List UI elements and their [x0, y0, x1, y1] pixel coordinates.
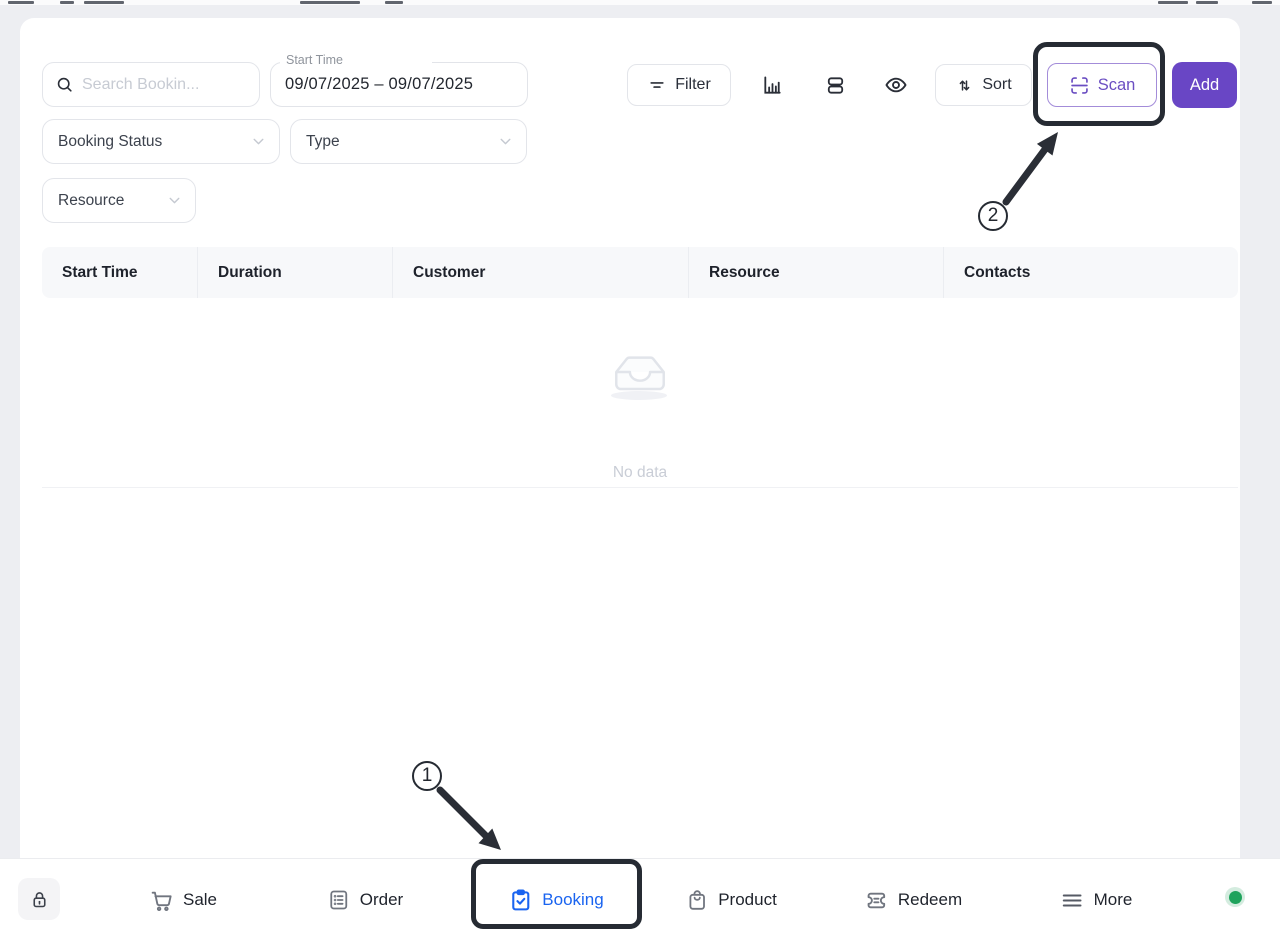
search-input[interactable]	[82, 76, 247, 94]
date-range-field[interactable]: Start Time 09/07/2025 – 09/07/2025	[270, 62, 528, 107]
search-field-wrap	[42, 62, 260, 107]
sort-arrows-icon	[955, 76, 974, 95]
chevron-down-icon	[497, 133, 514, 150]
date-field-label: Start Time	[286, 54, 343, 67]
date-range-value: 09/07/2025 – 09/07/2025	[285, 75, 473, 94]
cart-icon	[149, 888, 174, 913]
status-bar-remnant	[0, 0, 1280, 5]
type-label: Type	[306, 133, 340, 151]
shopping-bag-icon	[685, 888, 709, 912]
tab-more-label: More	[1094, 890, 1133, 910]
booking-status-select[interactable]: Booking Status	[42, 119, 280, 164]
column-header-contacts: Contacts	[943, 247, 1238, 298]
table-header: Start Time Duration Customer Resource Co…	[42, 247, 1238, 298]
chevron-down-icon	[250, 133, 267, 150]
hamburger-icon	[1060, 888, 1085, 913]
column-header-duration: Duration	[197, 247, 392, 298]
online-green-dot	[1225, 887, 1245, 907]
type-select[interactable]: Type	[290, 119, 527, 164]
rows-icon[interactable]	[815, 65, 855, 105]
filter-button[interactable]: Filter	[627, 64, 731, 106]
tab-redeem[interactable]: Redeem	[864, 859, 962, 940]
scan-button-label: Scan	[1098, 76, 1136, 95]
column-header-resource: Resource	[688, 247, 943, 298]
add-button[interactable]: Add	[1172, 62, 1237, 108]
tab-booking-label: Booking	[542, 890, 603, 910]
no-data-text: No data	[540, 464, 740, 482]
inbox-icon	[607, 345, 673, 402]
lock-icon	[29, 889, 50, 910]
tab-sale-label: Sale	[183, 890, 217, 910]
tab-redeem-label: Redeem	[898, 890, 962, 910]
column-header-start-time: Start Time	[42, 247, 197, 298]
ticket-icon	[864, 888, 889, 913]
scan-button[interactable]: Scan	[1047, 63, 1157, 107]
sort-button-label: Sort	[982, 76, 1011, 94]
tab-product-label: Product	[718, 890, 777, 910]
tab-order[interactable]: Order	[327, 859, 403, 940]
tab-more[interactable]: More	[1060, 859, 1133, 940]
filter-button-label: Filter	[675, 76, 711, 94]
table-bottom-border	[42, 487, 1238, 488]
resource-select[interactable]: Resource	[42, 178, 196, 223]
booking-status-label: Booking Status	[58, 133, 162, 151]
scan-frame-icon	[1069, 75, 1090, 96]
bar-chart-icon[interactable]	[752, 65, 792, 105]
tab-sale[interactable]: Sale	[149, 859, 217, 940]
search-icon	[55, 75, 74, 94]
resource-label: Resource	[58, 192, 124, 210]
tab-order-label: Order	[360, 890, 403, 910]
tab-product[interactable]: Product	[685, 859, 777, 940]
column-header-customer: Customer	[392, 247, 688, 298]
add-button-label: Add	[1190, 76, 1219, 95]
bottom-nav: Sale Order Booking Product Redeem More	[0, 858, 1280, 940]
tab-booking[interactable]: Booking	[508, 859, 603, 940]
order-list-icon	[327, 888, 351, 912]
empty-state: No data	[540, 345, 740, 482]
booking-panel: Start Time 09/07/2025 – 09/07/2025 Booki…	[20, 18, 1240, 858]
lock-button[interactable]	[18, 878, 60, 920]
eye-icon[interactable]	[876, 65, 916, 105]
clipboard-check-icon	[508, 888, 533, 913]
sort-button[interactable]: Sort	[935, 64, 1032, 106]
booking-page: Start Time 09/07/2025 – 09/07/2025 Booki…	[0, 0, 1280, 940]
chevron-down-icon	[166, 192, 183, 209]
filter-icon	[647, 75, 667, 95]
